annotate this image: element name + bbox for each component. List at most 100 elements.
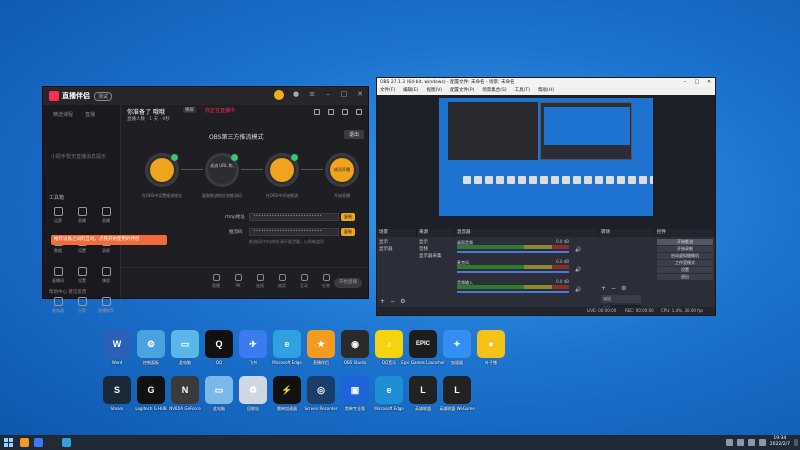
desktop-shortcut[interactable]: ♪ QQ音乐 — [370, 330, 408, 374]
desktop-shortcut[interactable]: L 英雄联盟 — [404, 376, 442, 420]
source-item[interactable]: 显示 — [419, 239, 442, 246]
desktop-shortcut[interactable]: W Word — [98, 330, 136, 374]
start-streaming-button[interactable]: 开始推流 — [657, 239, 713, 245]
exit-button[interactable]: 退出 — [343, 130, 364, 139]
obs-menu-item[interactable]: 工具(T) — [515, 87, 530, 95]
go-live-button[interactable]: 开始直播 — [334, 278, 362, 288]
obs-menu-item[interactable]: 文件(F) — [380, 87, 395, 95]
clock[interactable]: 19:34 2022/2/7 — [770, 436, 790, 448]
obs-menu-item[interactable]: 配置文件(P) — [450, 87, 474, 95]
tool-item[interactable]: 装饰器 — [47, 297, 69, 319]
bell-icon[interactable] — [342, 109, 348, 115]
studio-mode-button[interactable]: 工作室模式 — [657, 260, 713, 266]
version-badge[interactable]: 测试 — [94, 91, 113, 101]
desktop-shortcut[interactable]: ⚙ 控制面板 — [132, 330, 170, 374]
obs-menu-item[interactable]: 视图(V) — [426, 87, 442, 95]
scene-item[interactable]: 显示器 — [379, 246, 393, 253]
desktop-shortcut[interactable]: Q QQ — [200, 330, 238, 374]
tool-item[interactable]: 直播间 — [47, 267, 69, 289]
obs-menu-item[interactable]: 帮助(H) — [538, 87, 554, 95]
desktop-shortcut[interactable]: e Microsoft Edge — [268, 330, 306, 374]
transition-select[interactable]: 淡出 — [601, 295, 641, 303]
desktop-shortcut[interactable]: ▣ 剪映专业版 — [336, 376, 374, 420]
stream-key-field[interactable]: •••••••••••••••••••••••••• — [249, 228, 339, 236]
desktop-shortcut[interactable]: L 英雄联盟 WeGame — [438, 376, 476, 420]
scene-item[interactable]: 显示 — [379, 239, 393, 246]
desktop-shortcut[interactable]: G Logitech G HUB — [132, 376, 170, 420]
menu-icon[interactable]: ≡ — [308, 90, 316, 98]
gear-icon[interactable]: ⚙ — [400, 298, 405, 305]
tool-item[interactable]: 运营 — [47, 207, 69, 229]
obs-menu-item[interactable]: 场景集合(S) — [482, 87, 506, 95]
desktop-shortcut[interactable]: ♻ 回收站 — [234, 376, 272, 420]
obs-menu-item[interactable]: 编辑(E) — [403, 87, 418, 95]
desktop-shortcut[interactable]: ◉ OBS Studio — [336, 330, 374, 374]
start-recording-button[interactable]: 开始录制 — [657, 246, 713, 252]
obs-preview-canvas[interactable] — [439, 98, 653, 216]
bottom-item[interactable]: 连线 — [249, 274, 271, 289]
desktop-shortcut[interactable]: ▭ 此电脑 — [166, 330, 204, 374]
side-tab-live[interactable]: 直播 — [85, 111, 95, 118]
add-icon[interactable]: + — [380, 298, 385, 305]
bottom-item[interactable]: 抽奖 — [271, 274, 293, 289]
maximize-icon[interactable]: □ — [340, 90, 348, 98]
tip-toast[interactable]: 推荐设备之间的互动，点我开始使用的伴侣 — [51, 235, 167, 245]
volume-fader[interactable] — [457, 291, 569, 293]
side-tab-courses[interactable]: 精选课程 — [53, 111, 73, 118]
tool-item[interactable]: 课程 — [95, 267, 117, 289]
network-icon[interactable] — [747, 438, 755, 446]
tool-item[interactable]: 分享 — [71, 297, 93, 319]
desktop-shortcut[interactable]: ✦ 加速器 — [438, 330, 476, 374]
tray-icon[interactable] — [725, 438, 733, 446]
tool-item[interactable]: 直播推荐 — [95, 297, 117, 319]
exit-obs-button[interactable]: 退出 — [657, 274, 713, 280]
virtual-camera-button[interactable]: 启动虚拟摄像机 — [657, 253, 713, 259]
volume-fader[interactable] — [457, 271, 569, 273]
obs-maximize-icon[interactable]: □ — [691, 78, 703, 87]
taskbar-app-icon[interactable] — [34, 438, 43, 447]
tray-icon[interactable] — [736, 438, 744, 446]
desktop-shortcut[interactable]: S Steam — [98, 376, 136, 420]
show-desktop-button[interactable] — [794, 438, 798, 446]
speaker-icon[interactable]: 🔊 — [575, 267, 583, 273]
avatar-icon[interactable]: ● — [292, 90, 300, 98]
tool-item[interactable]: 直播 — [95, 207, 117, 229]
desktop-shortcut[interactable]: ◎ Screen Recorder — [302, 376, 340, 420]
desktop-shortcut[interactable]: ● 叶子猪 — [472, 330, 510, 374]
desktop-shortcut[interactable]: e Microsoft Edge — [370, 376, 408, 420]
gear-icon[interactable]: ⚙ — [621, 285, 626, 292]
taskbar-app-icon[interactable] — [20, 438, 29, 447]
remove-icon[interactable]: − — [611, 285, 616, 292]
speaker-icon[interactable]: 🔊 — [575, 247, 583, 253]
copy-rtmp-button[interactable]: 复制 — [341, 213, 355, 221]
source-item[interactable]: 音频 — [419, 246, 442, 253]
start-button[interactable] — [4, 438, 13, 447]
tool-item[interactable]: 直播 — [71, 207, 93, 229]
room-tag[interactable]: 横屏 — [183, 107, 196, 113]
source-item[interactable]: 显示器采集 — [419, 253, 442, 260]
rtmp-field[interactable]: •••••••••••••••••••••••••• — [249, 213, 339, 221]
minimize-icon[interactable]: – — [324, 90, 332, 98]
tool-item[interactable]: 设置 — [71, 267, 93, 289]
obs-close-icon[interactable]: ✕ — [703, 78, 715, 87]
remove-icon[interactable]: − — [390, 298, 395, 305]
bottom-item[interactable]: PK — [227, 274, 249, 288]
speaker-icon[interactable]: 🔊 — [575, 287, 583, 293]
desktop-shortcut[interactable]: ▭ 此电脑 — [200, 376, 238, 420]
share-icon[interactable] — [356, 109, 362, 115]
bottom-item[interactable]: 互动 — [293, 274, 315, 289]
bottom-item[interactable]: 直播 — [205, 274, 227, 289]
desktop-shortcut[interactable]: N NVIDIA GeForce — [166, 376, 204, 420]
volume-fader[interactable] — [457, 251, 569, 253]
desktop-shortcut[interactable]: ★ 直播伴侣 — [302, 330, 340, 374]
close-icon[interactable]: ✕ — [356, 90, 364, 98]
screen-icon[interactable] — [328, 109, 334, 115]
desktop-shortcut[interactable]: EPIC Epic Games Launcher — [401, 330, 445, 374]
lock-icon[interactable] — [314, 109, 320, 115]
copy-key-button[interactable]: 复制 — [341, 228, 355, 236]
add-icon[interactable]: + — [601, 285, 606, 292]
settings-button[interactable]: 设置 — [657, 267, 713, 273]
desktop-shortcut[interactable]: ✈ 飞书 — [234, 330, 272, 374]
volume-icon[interactable] — [758, 438, 766, 446]
obs-minimize-icon[interactable]: – — [679, 78, 691, 87]
